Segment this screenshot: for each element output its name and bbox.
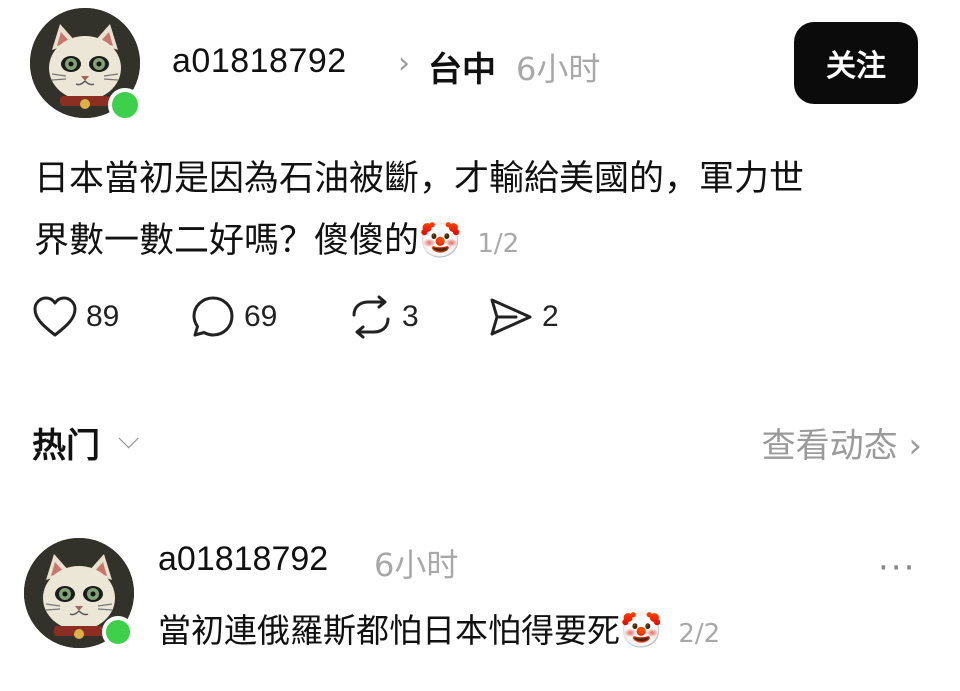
follow-button[interactable]: 关注	[794, 22, 918, 104]
comment-body: 當初連俄羅斯都怕日本怕得要死🤡 2/2	[158, 604, 720, 652]
chevron-right-icon: ›	[398, 46, 410, 81]
page-indicator: 2/2	[678, 619, 721, 649]
share-count: 2	[542, 300, 559, 333]
like-count: 89	[86, 300, 120, 333]
post-time: 6小时	[516, 50, 601, 88]
repost-count: 3	[402, 300, 419, 333]
chevron-down-icon[interactable]: ⌵	[118, 422, 139, 456]
comment-bubble-icon	[192, 296, 234, 337]
replies-sort-bar: 热门 ⌵ 查看动态 ›	[32, 412, 922, 468]
post-username[interactable]: a01818792	[172, 42, 347, 81]
comment-username[interactable]: a01818792	[158, 540, 328, 579]
repost-icon	[352, 295, 390, 339]
page-indicator: 1/2	[477, 229, 520, 259]
repost-button[interactable]: 3	[348, 292, 419, 342]
online-status-indicator	[108, 88, 142, 122]
post-text-line: 日本當初是因為石油被斷，才輸給美國的，軍力世	[34, 159, 805, 199]
like-button[interactable]: 89	[32, 292, 119, 342]
heart-icon	[33, 296, 77, 337]
post-body: 日本當初是因為石油被斷，才輸給美國的，軍力世 界數一數二好嗎？傻傻的🤡 1/2	[34, 148, 914, 275]
avatar[interactable]	[30, 8, 142, 122]
share-button[interactable]: 2	[486, 292, 559, 342]
comment-time: 6小时	[374, 546, 459, 584]
comment-text: 當初連俄羅斯都怕日本怕得要死	[158, 611, 620, 650]
view-activity-link[interactable]: 查看动态 ›	[762, 418, 922, 467]
send-icon	[490, 298, 532, 336]
clown-emoji: 🤡	[419, 221, 462, 261]
comment-count: 69	[244, 300, 278, 333]
more-options-icon[interactable]: ···	[878, 548, 916, 588]
post-text-line: 界數一數二好嗎？傻傻的	[34, 221, 420, 261]
clown-emoji: 🤡	[620, 611, 663, 651]
comment-avatar[interactable]	[24, 538, 134, 648]
online-status-indicator	[102, 616, 134, 648]
post-location[interactable]: 台中	[428, 42, 496, 91]
thread-page: a01818792 › 台中 6小时 关注 日本當初是因為石油被斷，才輸給美國的…	[0, 0, 960, 691]
comment-button[interactable]: 69	[190, 292, 277, 342]
sort-selector[interactable]: 热门	[32, 418, 100, 467]
